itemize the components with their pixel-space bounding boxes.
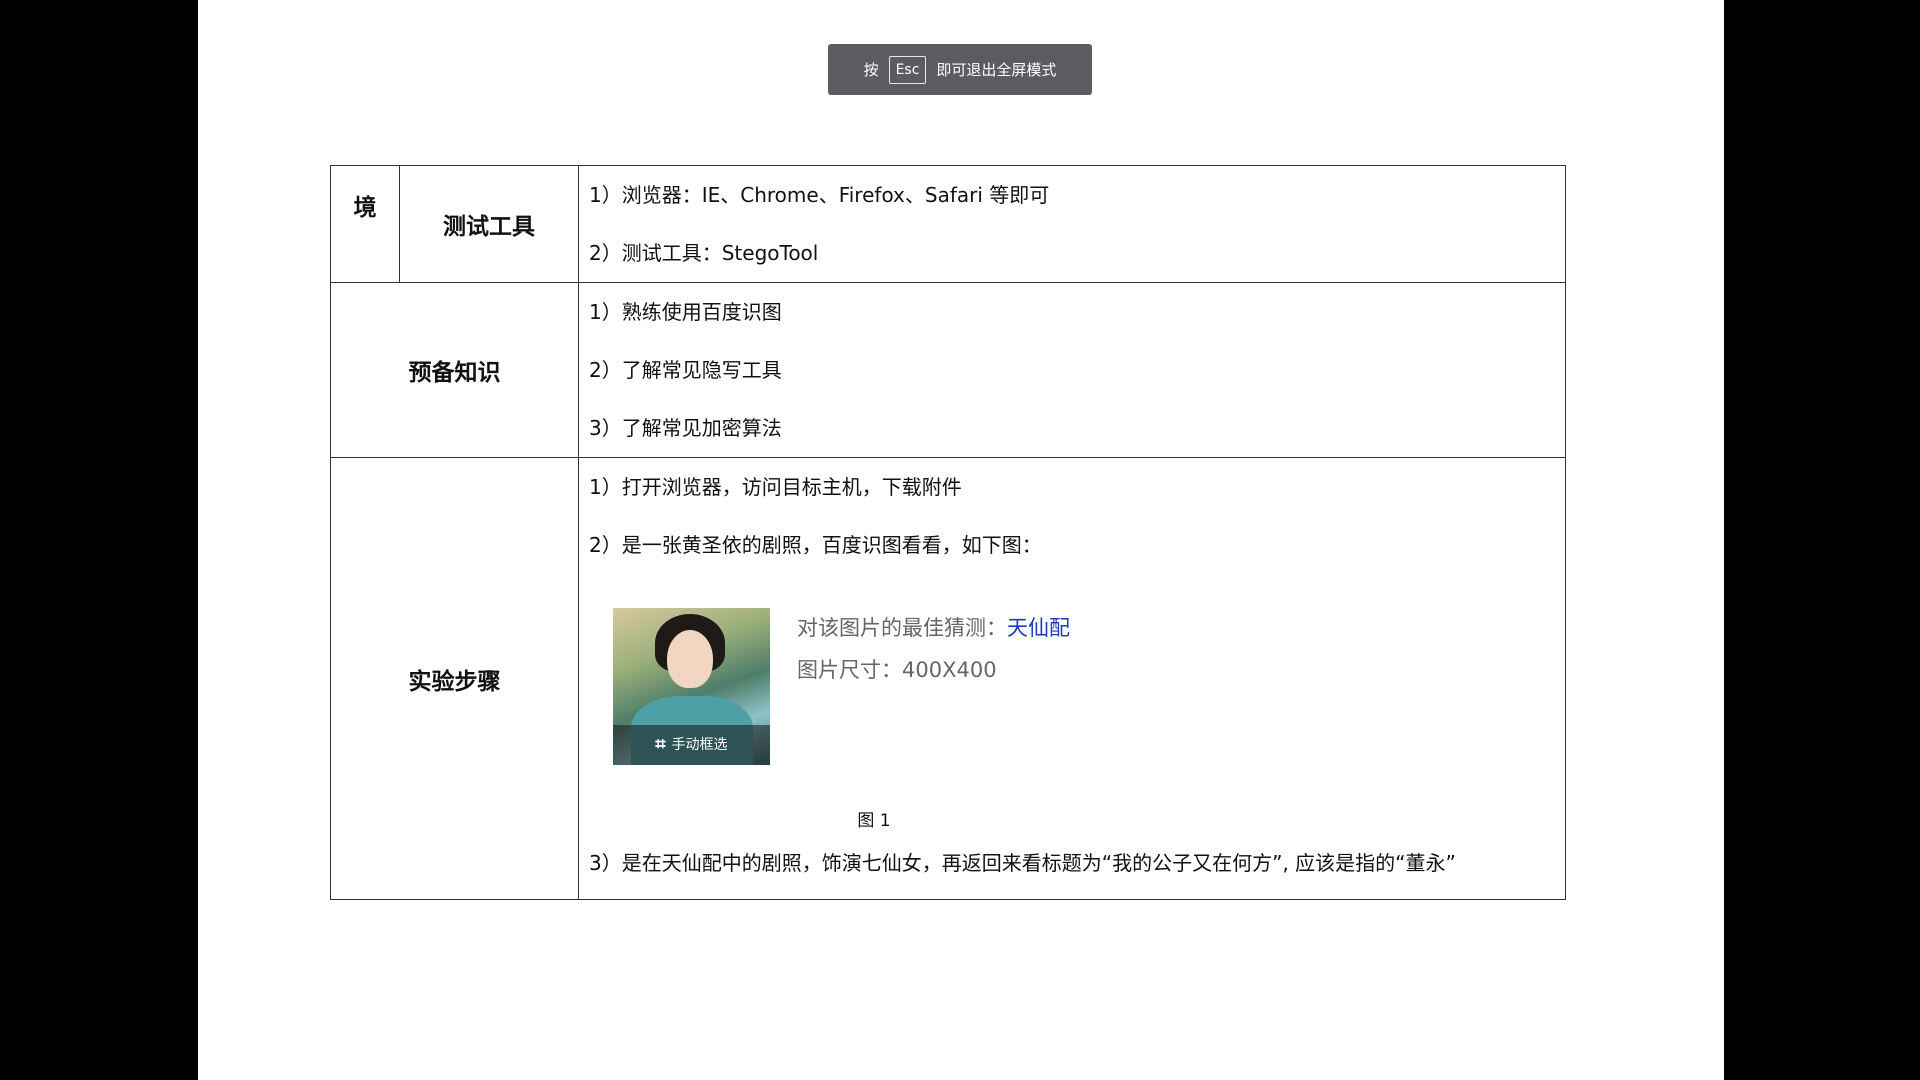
test-tools-cell: 1）浏览器：IE、Chrome、Firefox、Safari 等即可 2）测试工… (578, 165, 1566, 283)
photo-face-shape (667, 630, 713, 688)
actress-photo: ⌗ 手动框选 (613, 608, 770, 765)
esc-key-badge: Esc (888, 55, 927, 84)
list-item: 2）测试工具：StegoTool (589, 241, 819, 265)
step-text: 2）是一张黄圣依的剧照，百度识图看看，如下图： (589, 533, 1042, 557)
list-item: 2）了解常见隐写工具 (589, 358, 782, 382)
figure-caption: 图 1 (857, 811, 891, 831)
image-size-text: 图片尺寸：400X400 (797, 658, 997, 682)
row-label-prerequisites: 预备知识 (330, 282, 579, 458)
table-row: 预备知识 1）熟练使用百度识图 2）了解常见隐写工具 3）了解常见加密算法 (330, 282, 1566, 458)
step-text: 1）打开浏览器，访问目标主机，下载附件 (589, 475, 962, 499)
best-guess-line: 对该图片的最佳猜测：天仙配 (797, 614, 1070, 642)
crop-label: 手动框选 (671, 737, 728, 753)
table-row: 境 测试工具 1）浏览器：IE、Chrome、Firefox、Safari 等即… (330, 165, 1566, 283)
toast-suffix: 即可退出全屏模式 (936, 61, 1057, 79)
fullscreen-exit-toast: 按 Esc 即可退出全屏模式 (828, 44, 1092, 95)
list-item: 3）了解常见加密算法 (589, 416, 782, 440)
row-label-steps: 实验步骤 (330, 457, 579, 900)
experiment-table: 境 测试工具 1）浏览器：IE、Chrome、Firefox、Safari 等即… (330, 165, 1566, 900)
figure-1: ⌗ 手动框选 对该图片的最佳猜测：天仙配 图片尺寸：400X400 图 1 (589, 574, 1555, 834)
manual-crop-button[interactable]: ⌗ 手动框选 (613, 725, 770, 765)
list-item: 1）熟练使用百度识图 (589, 300, 782, 324)
document-page: 按 Esc 即可退出全屏模式 境 测试工具 1）浏览器：IE、Chrome、Fi… (198, 0, 1724, 1080)
steps-cell: 1）打开浏览器，访问目标主机，下载附件 2）是一张黄圣依的剧照，百度识图看看，如… (578, 457, 1566, 900)
best-guess-prefix: 对该图片的最佳猜测： (797, 616, 1007, 640)
row-left-label: 境 (330, 165, 400, 283)
list-item: 1）浏览器：IE、Chrome、Firefox、Safari 等即可 (589, 183, 1050, 207)
best-guess-link[interactable]: 天仙配 (1007, 616, 1070, 640)
toast-prefix: 按 (863, 61, 879, 79)
table-row: 实验步骤 1）打开浏览器，访问目标主机，下载附件 2）是一张黄圣依的剧照，百度识… (330, 457, 1566, 900)
crop-icon: ⌗ (655, 734, 666, 755)
row-label-test-tools: 测试工具 (399, 165, 579, 283)
prerequisites-cell: 1）熟练使用百度识图 2）了解常见隐写工具 3）了解常见加密算法 (578, 282, 1566, 458)
